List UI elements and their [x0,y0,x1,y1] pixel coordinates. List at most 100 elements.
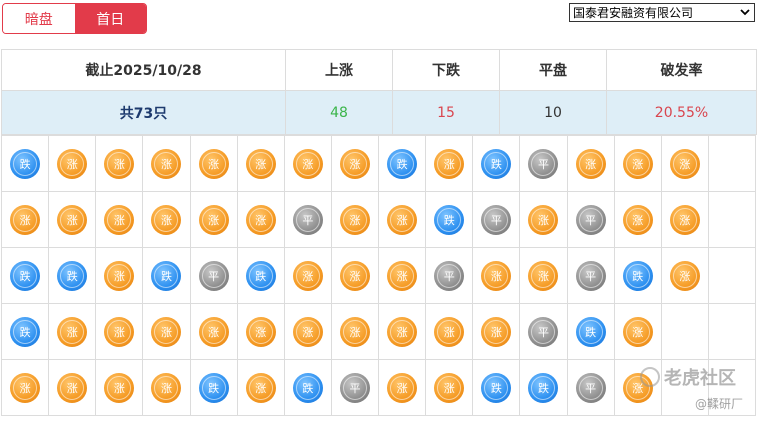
grid-cell: 涨 [48,191,97,248]
stock-up-badge[interactable]: 涨 [434,148,465,179]
stock-up-badge[interactable]: 涨 [10,204,41,235]
stock-down-badge[interactable]: 跌 [481,372,512,403]
stock-up-badge[interactable]: 涨 [151,148,182,179]
stock-down-badge[interactable]: 跌 [481,148,512,179]
stock-up-badge[interactable]: 涨 [669,148,700,179]
stock-down-badge[interactable]: 跌 [10,148,41,179]
grid-cell: 涨 [660,191,709,248]
stock-up-badge[interactable]: 涨 [57,204,88,235]
stock-up-badge[interactable]: 涨 [528,260,559,291]
stock-down-badge[interactable]: 跌 [57,260,88,291]
stock-up-badge[interactable]: 涨 [10,372,41,403]
stock-up-badge[interactable]: 涨 [481,316,512,347]
stock-down-badge[interactable]: 跌 [198,372,229,403]
total-count: 共73只 [1,90,286,135]
watermark: 老虎社区 [640,364,736,390]
stock-up-badge[interactable]: 涨 [387,260,418,291]
grid-cell: 涨 [48,135,97,192]
grid-cell: 跌 [425,191,474,248]
stock-up-badge[interactable]: 涨 [434,316,465,347]
stock-up-badge[interactable]: 涨 [434,372,465,403]
stock-up-badge[interactable]: 涨 [669,260,700,291]
stock-down-badge[interactable]: 跌 [575,316,606,347]
stock-up-badge[interactable]: 涨 [245,204,276,235]
grid-cell: 跌 [48,247,97,304]
stock-up-badge[interactable]: 涨 [669,204,700,235]
stock-up-badge[interactable]: 涨 [245,316,276,347]
stock-up-badge[interactable]: 涨 [292,260,323,291]
stock-down-badge[interactable]: 跌 [434,204,465,235]
broker-select[interactable]: 国泰君安融资有限公司 [569,3,755,22]
stock-flat-badge[interactable]: 平 [198,260,229,291]
grid-cell: 涨 [377,191,427,248]
stock-up-badge[interactable]: 涨 [622,148,653,179]
grid-cell: 平 [189,247,238,304]
stock-flat-badge[interactable]: 平 [481,204,512,235]
stock-up-badge[interactable]: 涨 [339,204,370,235]
stock-up-badge[interactable]: 涨 [151,204,182,235]
stock-flat-badge[interactable]: 平 [528,316,559,347]
tab-dark-market[interactable]: 暗盘 [3,4,75,33]
stock-up-badge[interactable]: 涨 [245,148,276,179]
stock-flat-badge[interactable]: 平 [434,260,465,291]
stock-flat-badge[interactable]: 平 [339,372,370,403]
stock-up-badge[interactable]: 涨 [622,204,653,235]
stock-up-badge[interactable]: 涨 [339,316,370,347]
stock-up-badge[interactable]: 涨 [387,204,418,235]
grid-cell: 跌 [377,135,427,192]
stock-down-badge[interactable]: 跌 [10,316,41,347]
stock-flat-badge[interactable]: 平 [528,148,559,179]
stock-up-badge[interactable]: 涨 [387,316,418,347]
summary-values-row: 共73只 48 15 10 20.55% [1,90,757,135]
stock-up-badge[interactable]: 涨 [57,316,88,347]
header-break-rate: 破发率 [606,49,757,91]
stock-up-badge[interactable]: 涨 [528,204,559,235]
stock-up-badge[interactable]: 涨 [57,148,88,179]
stock-up-badge[interactable]: 涨 [104,316,135,347]
stock-down-badge[interactable]: 跌 [10,260,41,291]
header-up: 上涨 [285,49,393,91]
stock-up-badge[interactable]: 涨 [292,316,323,347]
tiger-logo-icon [640,367,660,387]
stock-flat-badge[interactable]: 平 [292,204,323,235]
stock-flat-badge[interactable]: 平 [575,260,606,291]
stock-up-badge[interactable]: 涨 [104,372,135,403]
stock-up-badge[interactable]: 涨 [387,372,418,403]
stock-up-badge[interactable]: 涨 [245,372,276,403]
stock-up-badge[interactable]: 涨 [104,148,135,179]
stock-up-badge[interactable]: 涨 [622,316,653,347]
stock-up-badge[interactable]: 涨 [151,372,182,403]
grid-cell: 涨 [425,359,474,416]
stock-up-badge[interactable]: 涨 [198,316,229,347]
stock-down-badge[interactable]: 跌 [622,260,653,291]
stock-up-badge[interactable]: 涨 [104,204,135,235]
stock-up-badge[interactable]: 涨 [339,148,370,179]
stock-up-badge[interactable]: 涨 [57,372,88,403]
stock-flat-badge[interactable]: 平 [575,204,606,235]
grid-cell: 涨 [142,135,191,192]
stock-down-badge[interactable]: 跌 [528,372,559,403]
grid-cell: 涨 [95,135,144,192]
stock-flat-badge[interactable]: 平 [575,372,606,403]
stock-up-badge[interactable]: 涨 [481,260,512,291]
grid-cell: 平 [330,359,380,416]
grid-cell [707,191,757,248]
stock-up-badge[interactable]: 涨 [292,148,323,179]
stock-down-badge[interactable]: 跌 [387,148,418,179]
stock-up-badge[interactable]: 涨 [198,204,229,235]
stock-down-badge[interactable]: 跌 [292,372,323,403]
stock-down-badge[interactable]: 跌 [245,260,276,291]
stock-up-badge[interactable]: 涨 [575,148,606,179]
stock-up-badge[interactable]: 涨 [151,316,182,347]
stock-up-badge[interactable]: 涨 [198,148,229,179]
grid-cell: 涨 [613,135,662,192]
stock-up-badge[interactable]: 涨 [104,260,135,291]
tab-first-day[interactable]: 首日 [74,4,146,33]
grid-row: 跌跌涨跌平跌涨涨涨平涨涨平跌涨 [0,247,757,304]
grid-cell: 跌 [472,135,521,192]
watermark-text: 老虎社区 [664,368,736,389]
stock-down-badge[interactable]: 跌 [151,260,182,291]
grid-cell: 涨 [377,247,427,304]
grid-row: 涨涨涨涨涨涨平涨涨跌平涨平涨涨 [0,191,757,248]
stock-up-badge[interactable]: 涨 [339,260,370,291]
